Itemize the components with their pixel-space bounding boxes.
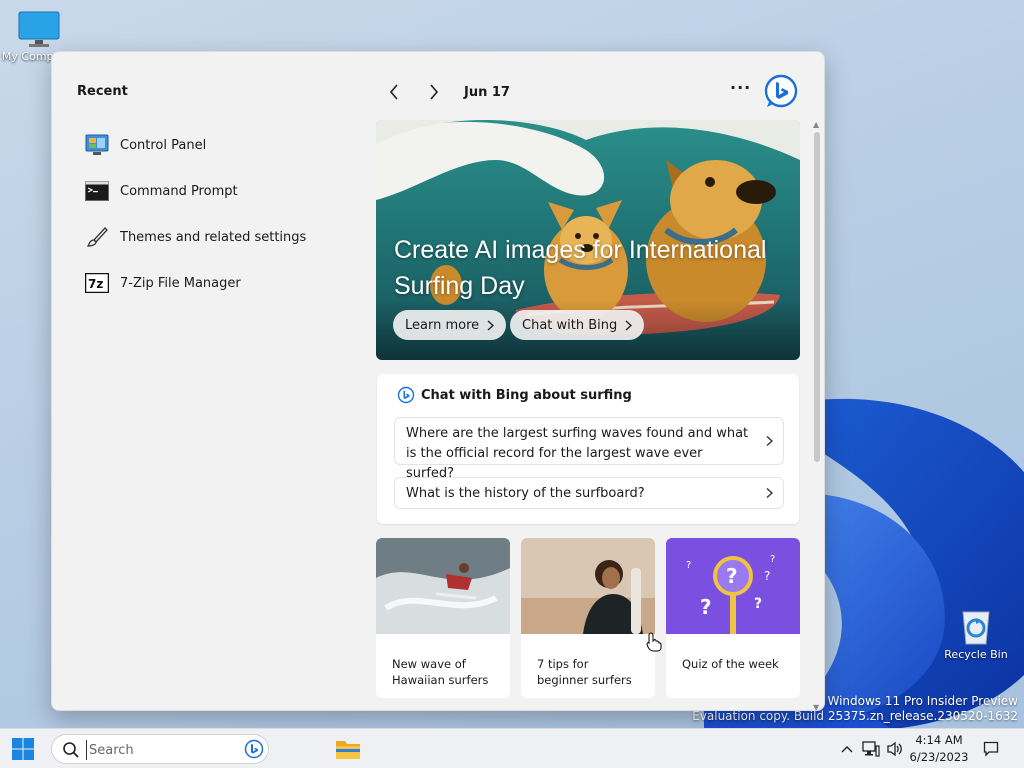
quiz-tile[interactable]: ? ? ? ? ? ? Quiz of the week: [666, 538, 800, 698]
chat-question-button[interactable]: What is the history of the surfboard?: [394, 477, 784, 509]
recent-item-label: Command Prompt: [120, 183, 238, 199]
windows-start-icon[interactable]: [12, 738, 34, 760]
svg-text:?: ?: [764, 569, 770, 583]
chevron-up-icon: [841, 746, 853, 753]
taskbar-search-box[interactable]: [51, 734, 269, 764]
chat-question-text: What is the history of the surfboard?: [406, 486, 645, 501]
scrollbar-thumb[interactable]: [814, 132, 820, 462]
previous-button[interactable]: [382, 80, 406, 104]
chat-question-text: Where are the largest surfing waves foun…: [406, 426, 749, 481]
clock-time: 4:14 AM: [915, 733, 963, 747]
recent-list: Control Panel Command Prompt Themes and …: [85, 122, 365, 306]
tile-caption: New wave of Hawaiian surfers: [392, 657, 489, 687]
chevron-right-icon: [487, 319, 495, 331]
scroll-down-icon[interactable]: ▼: [813, 703, 819, 710]
svg-text:?: ?: [686, 560, 691, 571]
7zip-icon: 7z: [85, 271, 109, 295]
chat-suggestions-card: Chat with Bing about surfing Where are t…: [377, 374, 799, 524]
chat-card-header: Chat with Bing about surfing: [397, 386, 632, 404]
command-prompt-icon: [85, 179, 109, 203]
recycle-bin-icon: [962, 611, 990, 645]
news-tile[interactable]: New wave of Hawaiian surfers: [376, 538, 510, 698]
recent-heading: Recent: [77, 84, 128, 99]
tile-caption: 7 tips for beginner surfers: [537, 657, 632, 687]
notification-icon: [983, 741, 999, 757]
hero-card[interactable]: Create AI images for International Surfi…: [376, 120, 800, 360]
search-icon: [63, 742, 79, 758]
show-hidden-icons-button[interactable]: [838, 729, 856, 768]
tile-caption: Quiz of the week: [682, 657, 779, 671]
news-tile[interactable]: 7 tips for beginner surfers: [521, 538, 655, 698]
chevron-left-icon: [389, 84, 398, 100]
surfer-photo: [376, 538, 510, 634]
svg-text:?: ?: [754, 596, 762, 612]
chevron-right-icon: [625, 319, 633, 331]
notifications-button[interactable]: [980, 729, 1002, 768]
speaker-icon: [887, 741, 902, 757]
scroll-up-icon[interactable]: ▲: [813, 120, 819, 129]
svg-text:?: ?: [700, 595, 712, 619]
next-button[interactable]: [422, 80, 446, 104]
quiz-illustration: ? ? ? ? ? ?: [666, 538, 800, 634]
feed-scroll-area[interactable]: Create AI images for International Surfi…: [376, 120, 800, 711]
network-icon: [862, 741, 880, 757]
recent-item-control-panel[interactable]: Control Panel: [85, 122, 365, 168]
svg-text:?: ?: [770, 554, 775, 565]
recent-item-command-prompt[interactable]: Command Prompt: [85, 168, 365, 214]
taskbar-clock[interactable]: 4:14 AM 6/23/2023: [906, 732, 972, 766]
chevron-right-icon: [430, 84, 439, 100]
next-tile-peek: [521, 710, 655, 711]
desktop-icon-recycle-bin[interactable]: Recycle Bin: [940, 606, 1012, 661]
chevron-right-icon: [766, 487, 773, 499]
svg-text:?: ?: [726, 564, 738, 588]
control-panel-icon: [85, 133, 109, 157]
recent-item-label: Themes and related settings: [120, 229, 307, 245]
watermark-build: Evaluation copy. Build 25375.zn_release.…: [692, 709, 1018, 723]
search-input[interactable]: [86, 740, 236, 760]
current-date: Jun 17: [464, 84, 510, 100]
recent-item-themes[interactable]: Themes and related settings: [85, 214, 365, 260]
chevron-right-icon: [766, 435, 773, 447]
file-explorer-icon[interactable]: [335, 737, 361, 761]
learn-more-button[interactable]: Learn more: [393, 310, 507, 340]
search-flyout-panel: Recent Control Panel Command Prompt Them…: [51, 51, 825, 711]
next-tile-peek: [666, 710, 800, 711]
beginner-surfer-photo: [521, 538, 655, 634]
svg-text:7z: 7z: [88, 277, 103, 291]
taskbar: 4:14 AM 6/23/2023: [0, 728, 1024, 768]
chat-question-button[interactable]: Where are the largest surfing waves foun…: [394, 417, 784, 481]
network-button[interactable]: [860, 729, 882, 768]
recent-item-label: Control Panel: [120, 137, 207, 153]
brush-icon: [85, 225, 109, 249]
watermark-edition: Windows 11 Pro Insider Preview: [827, 694, 1018, 708]
bing-chat-icon: [397, 386, 415, 404]
recent-item-label: 7-Zip File Manager: [120, 275, 241, 291]
hero-title: Create AI images for International Surfi…: [394, 236, 767, 300]
more-options-button[interactable]: ···: [730, 78, 751, 97]
volume-button[interactable]: [884, 729, 906, 768]
clock-date: 6/23/2023: [909, 750, 969, 764]
chat-card-title: Chat with Bing about surfing: [421, 387, 632, 403]
monitor-icon: [18, 11, 60, 47]
learn-more-label: Learn more: [405, 317, 480, 333]
recent-item-7zip[interactable]: 7z 7-Zip File Manager: [85, 260, 365, 306]
bing-chat-icon[interactable]: [764, 74, 798, 108]
bing-chat-icon[interactable]: [244, 739, 264, 759]
chat-with-bing-label: Chat with Bing: [522, 317, 618, 333]
chat-with-bing-button[interactable]: Chat with Bing: [510, 310, 645, 340]
next-tile-peek: [376, 710, 510, 711]
feed-scrollbar[interactable]: ▲ ▼: [811, 120, 823, 710]
desktop-icon-label: Recycle Bin: [944, 648, 1008, 661]
hand-cursor-icon: [646, 632, 662, 652]
